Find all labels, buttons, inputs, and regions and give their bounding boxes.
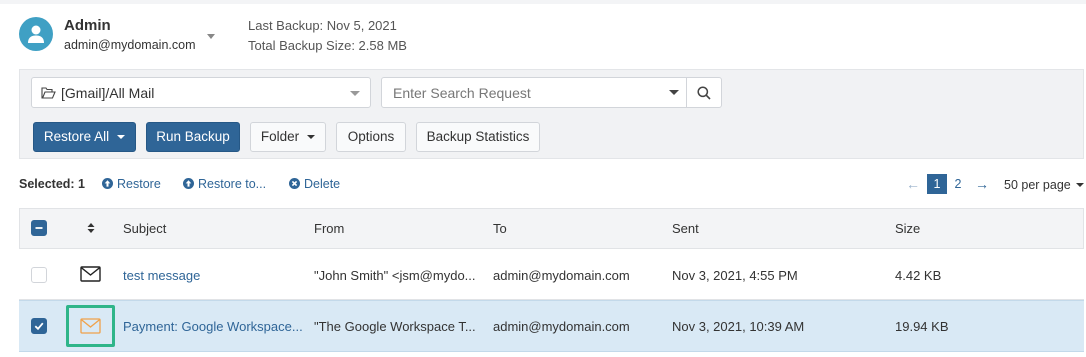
- user-icon: [28, 25, 44, 43]
- folder-button[interactable]: Folder: [250, 122, 326, 152]
- run-backup-button[interactable]: Run Backup: [146, 122, 240, 152]
- row-size: 4.42 KB: [895, 268, 942, 283]
- search-input[interactable]: [383, 79, 653, 106]
- last-backup-info: Last Backup: Nov 5, 2021: [248, 18, 397, 33]
- restore-all-button[interactable]: Restore All: [33, 122, 136, 152]
- sort-icon[interactable]: [87, 222, 95, 234]
- per-page-select[interactable]: 50 per page: [1004, 178, 1084, 192]
- top-divider: [0, 0, 1086, 4]
- highlight-box: [66, 305, 115, 347]
- search-icon: [697, 86, 711, 100]
- folder-select[interactable]: [Gmail]/All Mail: [31, 77, 371, 108]
- minus-icon: [35, 227, 43, 229]
- folder-select-value: [Gmail]/All Mail: [61, 85, 155, 101]
- restore-to-action[interactable]: Restore to...: [183, 177, 266, 191]
- options-button[interactable]: Options: [336, 122, 406, 152]
- row-to: admin@mydomain.com: [493, 268, 630, 283]
- select-all-checkbox[interactable]: [31, 220, 47, 236]
- column-header-size[interactable]: Size: [895, 221, 920, 236]
- table-header: [19, 208, 1084, 249]
- page-2-button[interactable]: 2: [948, 174, 968, 194]
- row-subject[interactable]: Payment: Google Workspace...: [123, 319, 303, 334]
- user-name: Admin: [64, 17, 111, 34]
- restore-action-label: Restore: [117, 177, 161, 191]
- row-to: admin@mydomain.com: [493, 319, 630, 334]
- row-sent: Nov 3, 2021, 4:55 PM: [672, 268, 798, 283]
- checkmark-icon: [34, 322, 44, 331]
- search-field[interactable]: [381, 77, 687, 108]
- row-from: "The Google Workspace T...: [314, 319, 476, 334]
- avatar[interactable]: [19, 17, 53, 51]
- column-header-from[interactable]: From: [314, 221, 344, 236]
- chevron-down-icon: [117, 135, 126, 139]
- page-1-button[interactable]: 1: [927, 174, 947, 194]
- arrow-up-circle-icon: [183, 178, 194, 189]
- selected-count: Selected: 1: [19, 177, 86, 191]
- per-page-label: 50 per page: [1004, 178, 1071, 192]
- search-button[interactable]: [686, 77, 722, 108]
- user-email: admin@mydomain.com: [64, 38, 196, 52]
- arrow-up-circle-icon: [102, 178, 113, 189]
- backup-statistics-button[interactable]: Backup Statistics: [416, 122, 540, 152]
- chevron-down-icon: [350, 91, 360, 96]
- restore-action[interactable]: Restore: [102, 177, 161, 191]
- close-circle-icon: [289, 178, 300, 189]
- row-sent: Nov 3, 2021, 10:39 AM: [672, 319, 805, 334]
- column-header-subject[interactable]: Subject: [123, 221, 166, 236]
- row-subject[interactable]: test message: [123, 268, 200, 283]
- chevron-down-icon: [307, 135, 316, 139]
- row-checkbox[interactable]: [31, 267, 47, 283]
- column-header-sent[interactable]: Sent: [672, 221, 699, 236]
- folder-open-icon: [41, 87, 56, 99]
- account-dropdown-caret-icon[interactable]: [207, 34, 215, 39]
- row-from: "John Smith" <jsm@mydo...: [314, 268, 476, 283]
- row-checkbox[interactable]: [31, 318, 47, 334]
- delete-action[interactable]: Delete: [289, 177, 340, 191]
- folder-button-label: Folder: [260, 129, 300, 144]
- prev-page-arrow-icon[interactable]: ←: [906, 176, 920, 192]
- search-options-caret-icon[interactable]: [669, 90, 679, 95]
- chevron-down-icon: [1075, 183, 1084, 187]
- delete-action-label: Delete: [304, 177, 341, 191]
- column-header-to[interactable]: To: [493, 221, 507, 236]
- row-size: 19.94 KB: [895, 319, 949, 334]
- envelope-icon: [80, 266, 101, 282]
- next-page-arrow-icon[interactable]: →: [975, 176, 989, 192]
- restore-all-label: Restore All: [43, 129, 110, 144]
- restore-to-action-label: Restore to...: [198, 177, 267, 191]
- total-backup-size-info: Total Backup Size: 2.58 MB: [248, 38, 407, 53]
